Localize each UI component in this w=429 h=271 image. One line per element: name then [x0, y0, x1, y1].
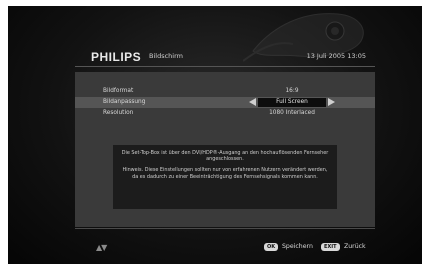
- info-text-connection: Die Set-Top-Box ist über den DVI/HDP®-Au…: [121, 150, 329, 163]
- settings-panel: Bildformat 16:9 Bildanpassung Full Scree…: [75, 72, 375, 227]
- setting-value: 1080 Interlaced: [269, 110, 315, 116]
- brand-logo: PHILIPS: [91, 50, 142, 64]
- footer: OK Speichern EXIT Zurück: [8, 242, 422, 254]
- tv-screen: PHILIPS Bildschirm 13 Juli 2005 13:05 Bi…: [8, 6, 422, 264]
- setting-label: Bildformat: [103, 88, 134, 94]
- setting-row-bildformat[interactable]: Bildformat 16:9: [75, 86, 375, 97]
- setting-label: Bildanpassung: [103, 99, 146, 105]
- date-time: 13 Juli 2005 13:05: [306, 52, 366, 60]
- ok-key-badge[interactable]: OK: [264, 243, 279, 251]
- info-box: Die Set-Top-Box ist über den DVI/HDP®-Au…: [113, 145, 337, 209]
- setting-value: 16:9: [285, 88, 299, 94]
- arrow-right-icon[interactable]: [328, 98, 335, 106]
- info-text-hint: Hinweis. Diese Einstellungen sollten nur…: [122, 167, 328, 180]
- header-divider: [75, 66, 375, 67]
- setting-value-selector[interactable]: Full Screen: [258, 98, 326, 107]
- save-label: Speichern: [282, 243, 313, 250]
- header: PHILIPS Bildschirm 13 Juli 2005 13:05: [91, 50, 366, 64]
- setting-row-resolution[interactable]: Resolution 1080 Interlaced: [75, 108, 375, 119]
- setting-label: Resolution: [103, 110, 134, 116]
- exit-key-badge[interactable]: EXIT: [321, 243, 340, 251]
- page-title: Bildschirm: [149, 52, 183, 60]
- arrow-left-icon[interactable]: [249, 98, 256, 106]
- setting-row-bildanpassung[interactable]: Bildanpassung Full Screen: [75, 97, 375, 108]
- back-label: Zurück: [344, 243, 366, 250]
- footer-divider: [75, 228, 375, 229]
